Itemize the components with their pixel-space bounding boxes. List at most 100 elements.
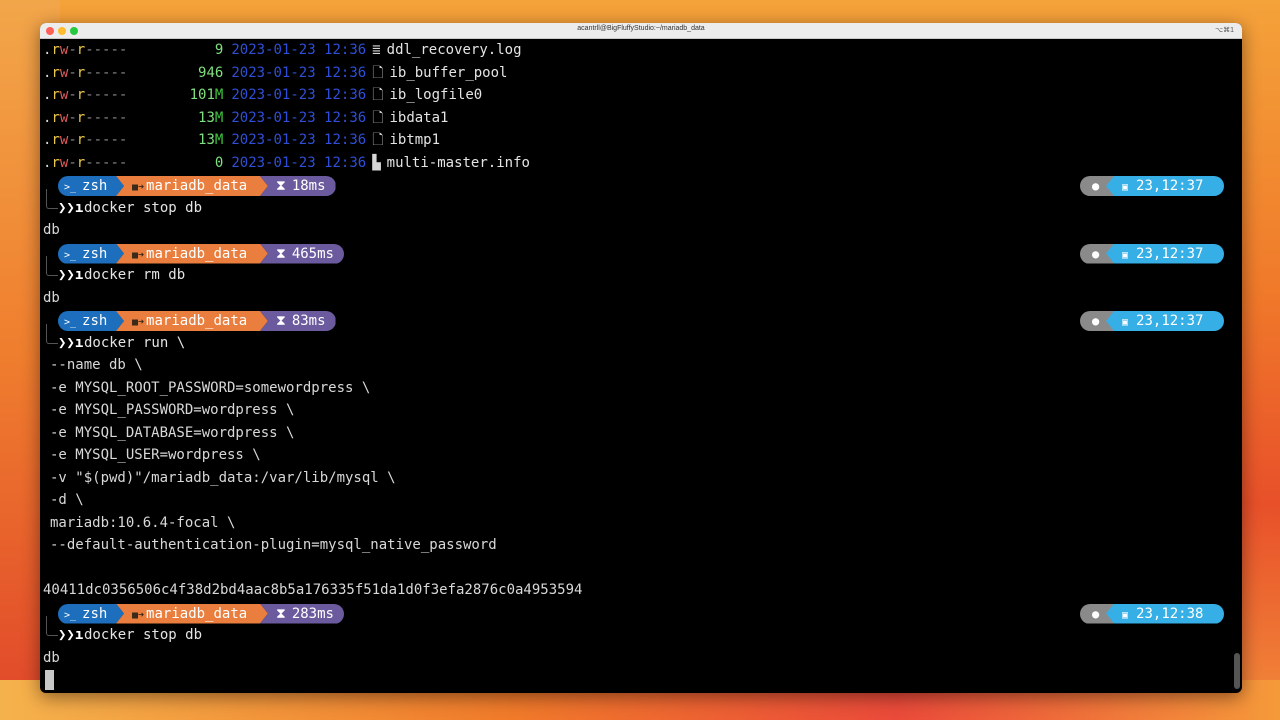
command-output: db [43, 649, 60, 666]
apple-icon: ● [1092, 179, 1100, 193]
command-line: ❯❯ı docker stop db [40, 188, 1242, 220]
command-continuation: -e MYSQL_PASSWORD=wordpress \ [50, 402, 295, 418]
directory-name: mariadb_data [146, 313, 248, 329]
duration-segment: ⧗ 283ms [260, 603, 344, 624]
terminal-window[interactable]: acantrll@BigFluffyStudio:~/mariadb_data … [40, 23, 1242, 693]
file-date: 2023-01-23 12:36 [231, 132, 367, 148]
file-permissions: .rw-r----- [43, 64, 128, 81]
shell-name: zsh [82, 313, 108, 329]
terminal-icon: >_ [64, 249, 77, 261]
file-date: 2023-01-23 12:36 [231, 42, 367, 58]
directory-segment: ■➜ mariadb_data [116, 604, 268, 624]
prompt-connector [46, 188, 58, 209]
command-continuation: -e MYSQL_DATABASE=wordpress \ [50, 424, 295, 441]
command-text: docker run \ [84, 334, 186, 351]
shell-segment: >_ zsh [58, 176, 124, 196]
file-size: 9 [214, 42, 224, 58]
prompt-bar: >_ zsh ■➜ mariadb_data ⧗ 465ms ● ▣ 23,12:37 [40, 242, 1242, 265]
shell-segment: >_ zsh [58, 311, 124, 331]
command-text: docker stop db [84, 199, 203, 216]
calendar-icon: ▣ [1122, 609, 1129, 621]
calendar-icon: ▣ [1122, 249, 1129, 261]
hourglass-icon: ⧗ [276, 605, 286, 622]
command-output: db [43, 289, 60, 306]
hourglass-icon: ⧗ [276, 178, 286, 194]
file-icon: 🗋 [372, 87, 384, 103]
text-file-icon: ≣ [372, 42, 381, 58]
listing-row: .rw-r----- 946 2023-01-23 12:36 🗋 ib_buffer_… [40, 62, 1242, 85]
file-size: 0 [214, 154, 224, 171]
file-icon: 🗋 [372, 109, 384, 126]
info-file-icon: ▙ [372, 154, 381, 171]
clock-segment: ▣ 23,12:37 [1106, 176, 1224, 196]
window-title: acantrll@BigFluffyStudio:~/mariadb_data [577, 25, 705, 32]
prompt-bar: >_ zsh ■➜ mariadb_data ⧗ 83ms ● ▣ 23,12:37 [40, 309, 1242, 332]
listing-row: .rw-r----- 13M 2023-01-23 12:36 🗋 ibtmp1 [40, 129, 1242, 152]
shell-segment: >_ zsh [58, 244, 124, 264]
file-size: 101M [189, 87, 224, 103]
file-icon: 🗋 [372, 64, 384, 81]
file-name: multi-master.info [386, 154, 530, 171]
file-permissions: .rw-r----- [43, 132, 128, 148]
command-continuation: --default-authentication-plugin=mysql_na… [50, 537, 497, 553]
command-text: docker stop db [84, 627, 203, 643]
prompt-connector [46, 616, 58, 636]
file-icon: 🗋 [372, 132, 384, 148]
file-permissions: .rw-r----- [43, 154, 128, 171]
folder-arrow-icon: ■➜ [132, 249, 145, 261]
file-name: ibtmp1 [389, 132, 441, 148]
file-date: 2023-01-23 12:36 [231, 109, 367, 126]
clock-segment: ▣ 23,12:37 [1106, 311, 1224, 331]
terminal-content[interactable]: .rw-r----- 9 2023-01-23 12:36 ≣ ddl_recovery… [40, 39, 1242, 693]
folder-arrow-icon: ■➜ [132, 609, 145, 621]
input-line[interactable] [40, 669, 1242, 692]
command-output: db [43, 222, 60, 238]
shell-name: zsh [82, 245, 108, 262]
shell-name: zsh [82, 605, 108, 622]
terminal-icon: >_ [64, 317, 77, 328]
file-name: ib_logfile0 [389, 87, 483, 103]
window-shortcut: ⌥⌘1 [1215, 27, 1234, 34]
directory-name: mariadb_data [146, 605, 248, 622]
directory-name: mariadb_data [146, 178, 248, 194]
file-date: 2023-01-23 12:36 [231, 154, 367, 171]
command-continuation: mariadb:10.6.4-focal \ [50, 514, 236, 531]
duration-value: 283ms [291, 605, 334, 622]
command-line: ❯❯ı docker run \ [40, 323, 1242, 355]
folder-arrow-icon: ■➜ [132, 182, 145, 193]
file-permissions: .rw-r----- [43, 42, 128, 58]
duration-segment: ⧗ 18ms [260, 176, 336, 196]
duration-segment: ⧗ 83ms [260, 311, 336, 331]
file-permissions: .rw-r----- [43, 109, 128, 126]
prompt-chevron-icon: ❯❯ı [58, 199, 84, 216]
apple-icon: ● [1092, 246, 1100, 261]
prompt-chevron-icon: ❯❯ı [58, 627, 84, 643]
listing-row: .rw-r----- 0 2023-01-23 12:36 ▙ multi-master… [40, 152, 1242, 175]
clock-value: 23,12:38 [1136, 605, 1204, 622]
scrollbar[interactable] [1234, 653, 1240, 689]
command-continuation: -d \ [50, 492, 84, 508]
command-line: ❯❯ı docker stop db [40, 616, 1242, 647]
command-continuation: -v "$(pwd)"/mariadb_data:/var/lib/mysql … [50, 469, 396, 486]
prompt-connector [46, 256, 58, 276]
clock-value: 23,12:37 [1136, 245, 1204, 262]
listing-row: .rw-r----- 101M 2023-01-23 12:36 🗋 ib_logfil… [40, 84, 1242, 107]
command-continuation: --name db \ [50, 357, 143, 373]
prompt-chevron-icon: ❯❯ı [58, 334, 84, 351]
title-bar[interactable]: acantrll@BigFluffyStudio:~/mariadb_data … [40, 23, 1242, 39]
prompt-chevron-icon: ❯❯ı [58, 267, 84, 283]
hourglass-icon: ⧗ [276, 245, 286, 262]
duration-value: 18ms [291, 178, 326, 194]
file-size: 13M [198, 132, 224, 148]
command-line: ❯❯ı docker rm db [40, 256, 1242, 287]
text-cursor [45, 670, 54, 690]
file-name: ddl_recovery.log [386, 42, 522, 58]
calendar-icon: ▣ [1122, 317, 1129, 328]
hourglass-icon: ⧗ [276, 313, 286, 329]
command-output: 40411dc0356506c4f38d2bd4aac8b5a176335f51… [43, 582, 583, 598]
file-date: 2023-01-23 12:36 [231, 87, 367, 103]
shell-segment: >_ zsh [58, 604, 124, 624]
clock-segment: ▣ 23,12:38 [1106, 603, 1224, 624]
prompt-connector [46, 323, 58, 344]
command-text: docker rm db [84, 267, 186, 283]
